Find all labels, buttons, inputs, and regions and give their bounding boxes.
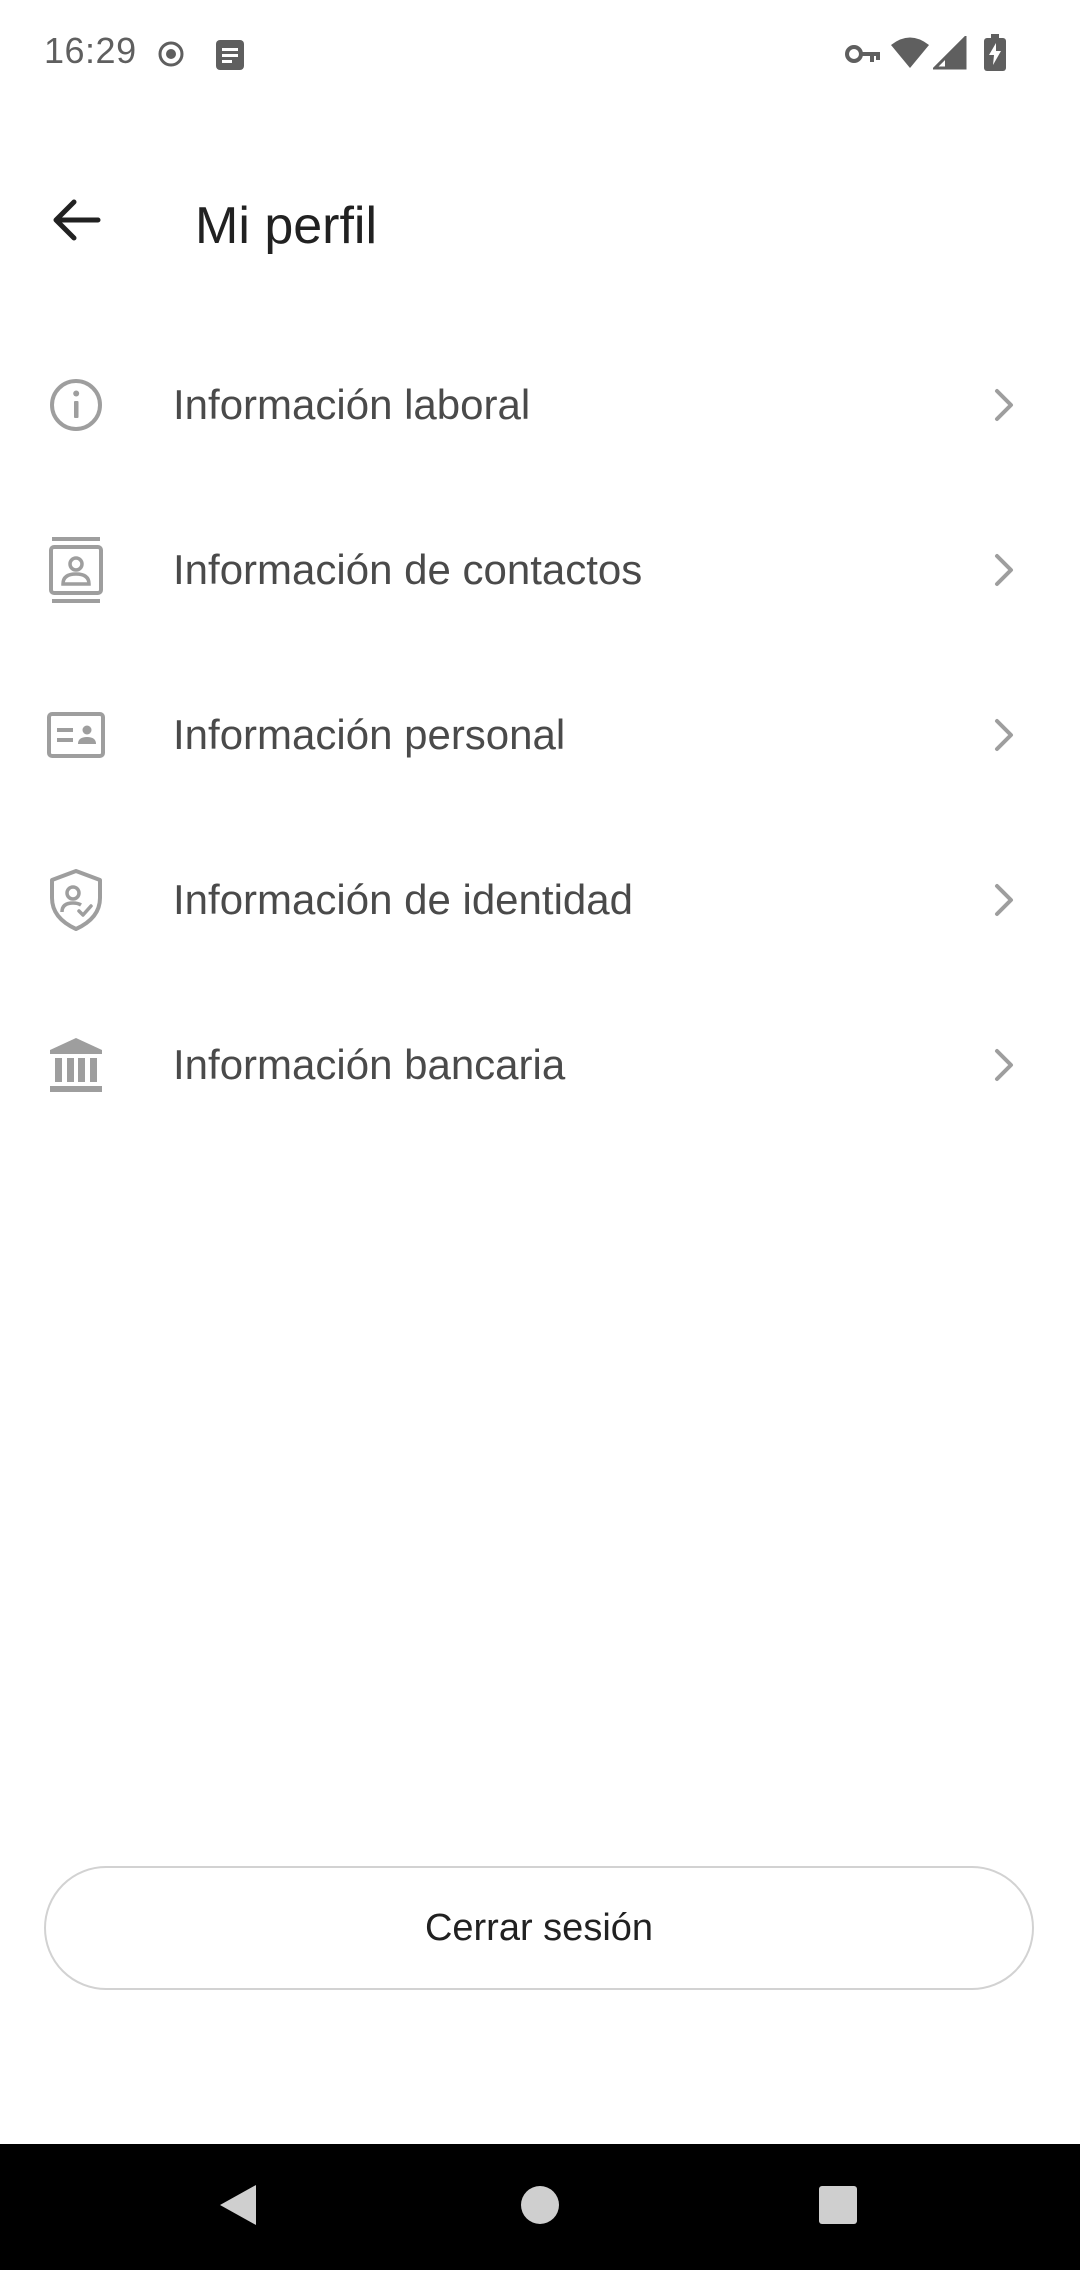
notes-icon [214, 38, 246, 77]
shield-user-icon [44, 868, 108, 932]
vpn-key-icon [845, 42, 881, 71]
menu-item-identity-info[interactable]: Información de identidad [0, 817, 1080, 982]
profile-menu-list: Información laboral Información de conta… [0, 322, 1080, 1147]
nav-back-icon [216, 2181, 260, 2234]
menu-item-contacts-info[interactable]: Información de contactos [0, 487, 1080, 652]
id-card-icon [44, 703, 108, 767]
nav-home-button[interactable] [470, 2144, 610, 2270]
logout-button[interactable]: Cerrar sesión [44, 1866, 1034, 1990]
page-title: Mi perfil [195, 197, 378, 255]
chevron-right-icon [984, 1045, 1024, 1085]
wifi-icon [890, 36, 930, 75]
logout-label: Cerrar sesión [424, 1906, 654, 1949]
chevron-right-icon [984, 715, 1024, 755]
status-time: 16:29 [44, 30, 137, 71]
info-icon [44, 373, 108, 437]
menu-item-work-info[interactable]: Información laboral [0, 322, 1080, 487]
menu-item-label: Información laboral [173, 380, 531, 428]
menu-item-bank-info[interactable]: Información bancaria [0, 982, 1080, 1147]
menu-item-label: Información de contactos [173, 545, 643, 593]
status-bar: 16:29 [0, 0, 1080, 112]
chevron-right-icon [984, 385, 1024, 425]
contacts-icon [44, 536, 108, 603]
nav-home-icon [520, 2185, 560, 2230]
menu-item-label: Información personal [173, 710, 566, 758]
record-icon [155, 38, 187, 75]
system-nav-bar [0, 2144, 1080, 2270]
signal-icon [931, 34, 967, 75]
chevron-right-icon [984, 880, 1024, 920]
battery-charging-icon [983, 34, 1007, 77]
back-button[interactable] [36, 182, 116, 262]
menu-item-personal-info[interactable]: Información personal [0, 652, 1080, 817]
arrow-back-icon [50, 198, 102, 247]
chevron-right-icon [984, 550, 1024, 590]
nav-recents-icon [818, 2185, 858, 2230]
menu-item-label: Información bancaria [173, 1040, 566, 1088]
nav-back-button[interactable] [168, 2144, 308, 2270]
screen: 16:29 Mi perfil Información laboral Info… [0, 0, 1080, 2270]
bank-icon [44, 1033, 108, 1097]
nav-recents-button[interactable] [768, 2144, 908, 2270]
menu-item-label: Información de identidad [173, 875, 633, 923]
